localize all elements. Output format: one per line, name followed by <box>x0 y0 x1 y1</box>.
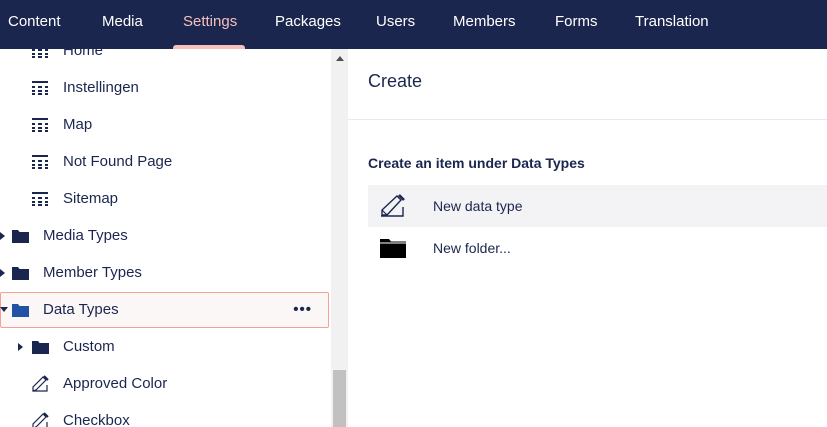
tree-item-label: Data Types <box>43 301 119 318</box>
folder-open-icon <box>12 304 29 317</box>
tree-item-label: Home <box>63 49 104 59</box>
expand-caret-icon[interactable] <box>18 343 23 351</box>
nav-translation[interactable]: Translation <box>635 0 709 49</box>
top-navigation-bar: Content Media Settings Packages Users Me… <box>0 0 827 49</box>
nav-settings[interactable]: Settings <box>183 0 237 49</box>
panel-divider <box>348 119 827 120</box>
new-data-type-option[interactable]: New data type <box>368 185 827 227</box>
tree-item-map[interactable]: Map <box>0 107 331 143</box>
scrollbar-thumb[interactable] <box>333 370 346 427</box>
template-icon <box>32 192 48 206</box>
tree-item-label: Custom <box>63 338 115 355</box>
tree-item-approved-color[interactable]: Approved Color <box>0 366 331 402</box>
tree-item-sitemap[interactable]: Sitemap <box>0 181 331 217</box>
nav-forms[interactable]: Forms <box>555 0 598 49</box>
tree-item-label: Not Found Page <box>63 153 173 170</box>
collapse-caret-icon[interactable] <box>0 307 8 312</box>
tree-item-label: Map <box>63 116 93 133</box>
tree-item-label: Media Types <box>43 227 128 244</box>
tree-item-data-types[interactable]: Data Types ••• <box>0 292 329 328</box>
tree-item-instellingen[interactable]: Instellingen <box>0 70 331 106</box>
datatype-icon <box>32 375 49 392</box>
tree-item-media-types[interactable]: Media Types <box>0 218 331 254</box>
expand-caret-icon[interactable] <box>0 269 5 277</box>
panel-subtitle: Create an item under Data Types <box>368 155 585 171</box>
datatype-icon <box>381 194 405 217</box>
tree-item-checkbox[interactable]: Checkbox <box>0 403 331 427</box>
folder-icon <box>12 230 29 243</box>
nav-users[interactable]: Users <box>376 0 415 49</box>
tree-item-label: Approved Color <box>63 375 168 392</box>
tree-item-label: Instellingen <box>63 79 139 96</box>
folder-icon <box>32 341 49 354</box>
tree-item-home[interactable]: Home <box>0 49 331 69</box>
panel-title: Create <box>368 71 423 91</box>
tree-item-not-found-page[interactable]: Not Found Page <box>0 144 331 180</box>
tree-item-label: Member Types <box>43 264 142 281</box>
nav-packages[interactable]: Packages <box>275 0 341 49</box>
more-actions-button[interactable]: ••• <box>293 293 312 327</box>
nav-members[interactable]: Members <box>453 0 516 49</box>
nav-content[interactable]: Content <box>8 0 61 49</box>
template-icon <box>32 81 48 95</box>
tree-item-custom[interactable]: Custom <box>0 329 331 365</box>
scroll-up-arrow-icon[interactable] <box>336 56 344 61</box>
template-icon <box>32 49 48 58</box>
create-panel: Create Create an item under Data Types N… <box>348 49 827 427</box>
option-label: New folder... <box>433 240 511 256</box>
template-icon <box>32 118 48 132</box>
folder-icon <box>380 239 406 258</box>
nav-media[interactable]: Media <box>102 0 143 49</box>
tree-item-member-types[interactable]: Member Types <box>0 255 331 291</box>
new-folder-option[interactable]: New folder... <box>368 227 827 269</box>
tree-scrollbar[interactable] <box>331 49 348 427</box>
template-icon <box>32 155 48 169</box>
folder-icon <box>12 267 29 280</box>
expand-caret-icon[interactable] <box>0 232 5 240</box>
tree-item-label: Checkbox <box>63 412 130 427</box>
datatype-icon <box>32 412 49 427</box>
option-label: New data type <box>433 198 523 214</box>
tree-item-label: Sitemap <box>63 190 119 207</box>
settings-tree: Home Instellingen Map Not Found Page Sit… <box>0 49 331 427</box>
